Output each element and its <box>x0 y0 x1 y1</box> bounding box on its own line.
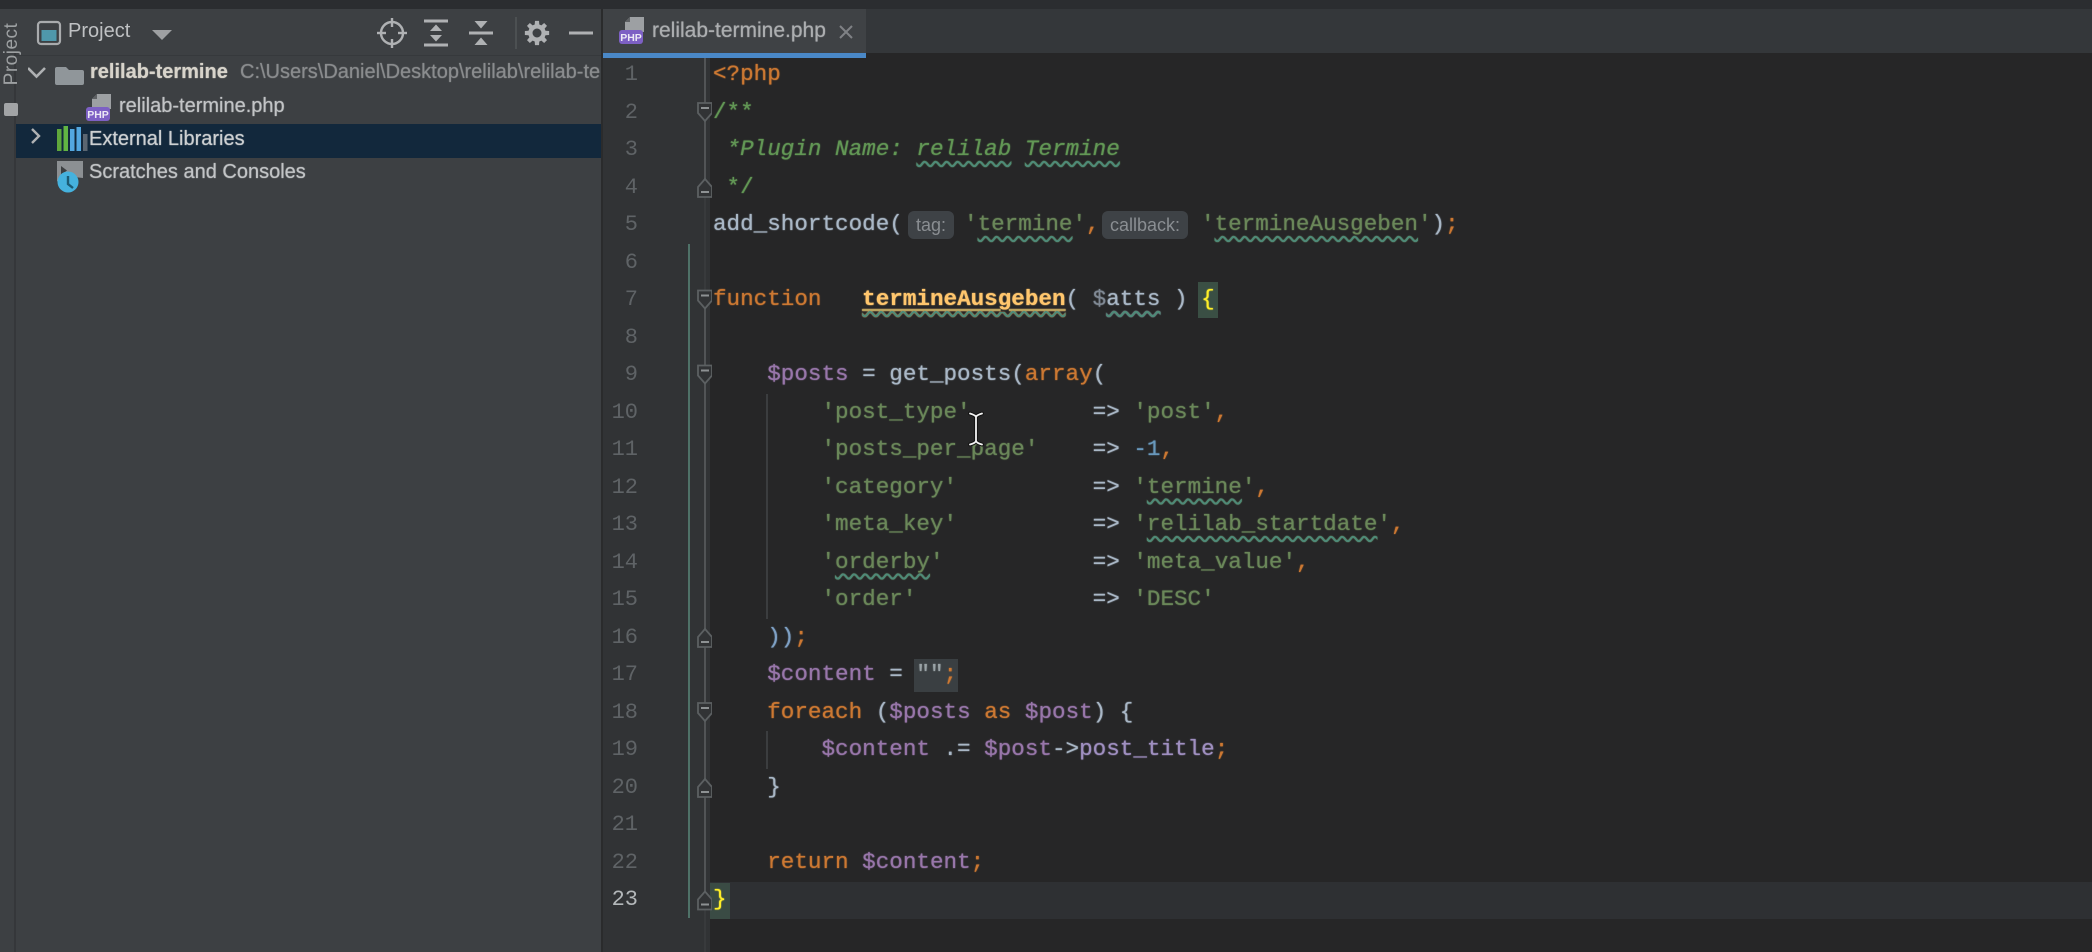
svg-text:PHP: PHP <box>87 109 109 121</box>
svg-text:PHP: PHP <box>620 32 642 44</box>
